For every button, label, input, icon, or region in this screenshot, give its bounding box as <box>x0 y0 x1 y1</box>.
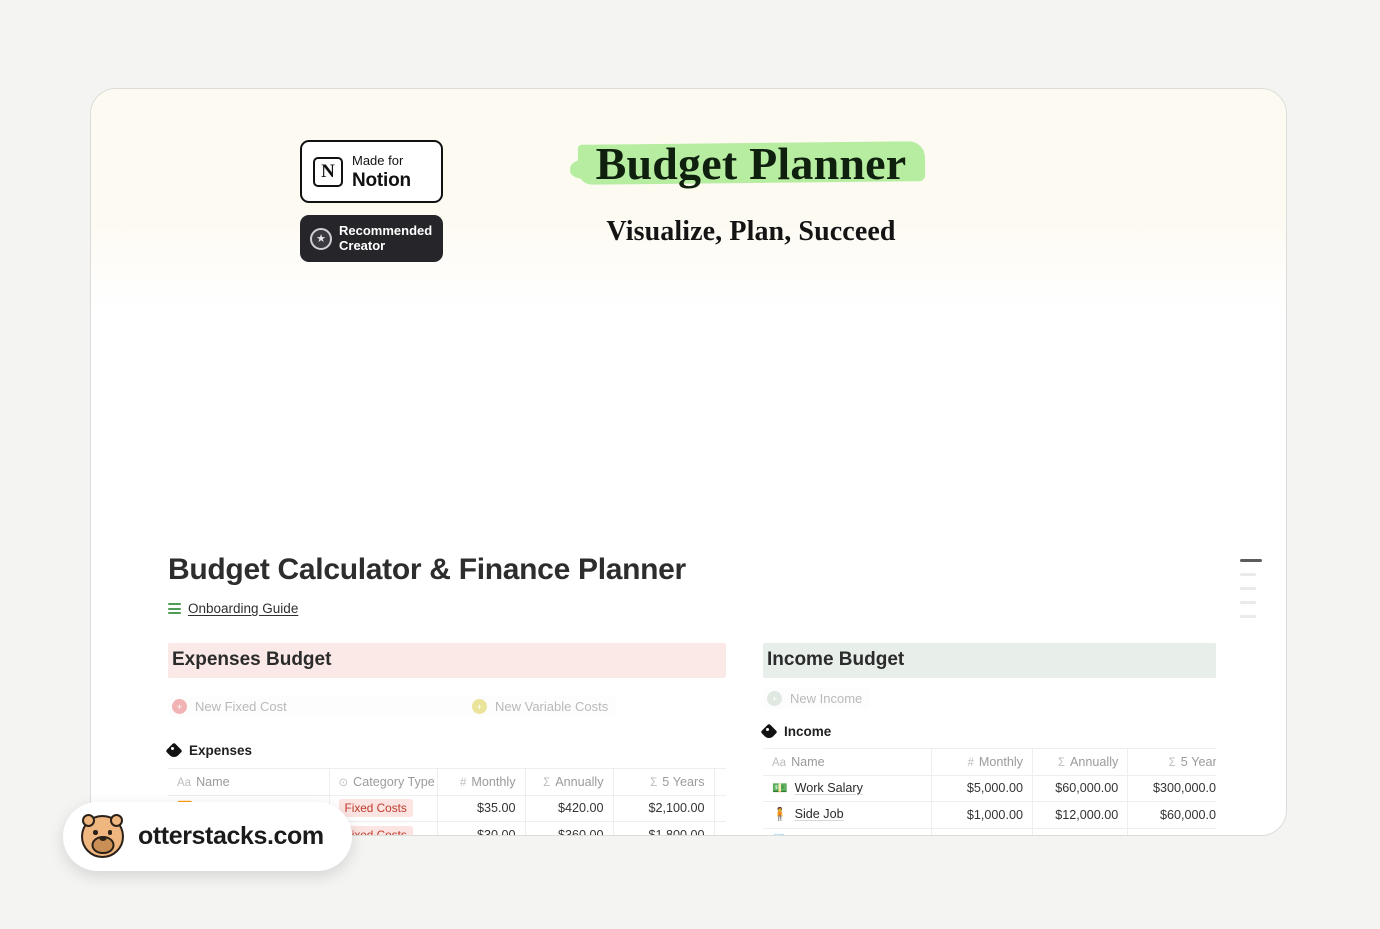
onboarding-guide-link[interactable]: Onboarding Guide <box>168 601 298 616</box>
new-variable-costs-label: New Variable Costs <box>495 699 609 714</box>
template-scroll-area[interactable]: N Made for Notion ★ Recommended Creator <box>91 89 1286 835</box>
table-row[interactable]: 🧍 Side Job $1,000.00 $12,000.00 $60,000.0… <box>763 801 1216 829</box>
income-monthly-cell[interactable]: $1,000.00 <box>931 828 1033 835</box>
income-section-heading: Income Budget <box>763 643 1216 678</box>
table-of-contents-indicator[interactable] <box>1240 559 1266 629</box>
col-five-years[interactable]: Σ5 Years <box>1127 748 1216 776</box>
row-emoji-icon: 🧍 <box>772 807 788 822</box>
income-tag-label: Income <box>784 724 832 739</box>
new-variable-costs-icon: + <box>472 699 487 714</box>
income-annually-cell[interactable]: $60,000.00 <box>1032 775 1129 802</box>
hero-text-block: Budget Planner Visualize, Plan, Succeed <box>501 133 1001 248</box>
col-name[interactable]: Aa Name <box>168 768 330 796</box>
expense-five-years-cell[interactable]: $2,100.00 <box>613 795 715 822</box>
table-row[interactable]: 💵 Work Salary $5,000.00 $60,000.00 $300,0… <box>763 775 1216 802</box>
col-name[interactable]: Aa Name <box>763 748 933 776</box>
income-table[interactable]: AaName #Monthly ΣAnnually Σ5 Years 💵Work… <box>763 748 1216 835</box>
expenses-table-header-row: Aa Name ⊙ Category Type # Monthly Σ Annually… <box>168 768 726 796</box>
income-name-cell[interactable]: 📄Notion Templates <box>763 828 933 835</box>
made-for-notion-text: Made for Notion <box>352 152 411 191</box>
page-title: Budget Calculator & Finance Planner <box>168 553 686 586</box>
income-new-buttons: + New Income <box>763 688 1216 709</box>
new-income-icon: + <box>767 691 782 706</box>
col-five-years[interactable]: Σ5 Years <box>613 768 715 796</box>
income-five-years-cell[interactable]: $60,000.00 <box>1127 828 1216 835</box>
badge-group: N Made for Notion ★ Recommended Creator <box>300 140 443 262</box>
recommended-creator-text: Recommended Creator <box>339 222 433 253</box>
new-income-button[interactable]: + New Income <box>763 688 871 709</box>
toc-active-mark <box>1240 559 1262 562</box>
made-for-notion-badge: N Made for Notion <box>300 140 443 203</box>
notion-logo-icon: N <box>313 156 343 187</box>
col-category-type[interactable]: ⊙ Category Type <box>329 768 438 796</box>
income-monthly-cell[interactable]: $1,000.00 <box>931 801 1033 829</box>
otterstacks-watermark: otterstacks.com <box>63 802 352 871</box>
col-annually[interactable]: Σ Annually <box>1032 748 1129 776</box>
expenses-tag-row: Expenses <box>168 743 726 758</box>
expense-monthly-cell[interactable]: $30.00 <box>437 821 526 835</box>
income-five-years-cell[interactable]: $60,000.00 <box>1127 801 1216 829</box>
col-monthly[interactable]: # Monthly <box>437 768 526 796</box>
otter-avatar-icon <box>81 814 124 858</box>
recommended-line2: Creator <box>339 237 386 253</box>
col-annually[interactable]: Σ Annually <box>525 768 614 796</box>
hero-title-text: Budget Planner <box>595 138 907 189</box>
expenses-new-buttons: + New Fixed Cost + New Variable Costs <box>168 696 726 717</box>
row-emoji-icon: 📄 <box>772 834 788 835</box>
income-table-body: 💵 Work Salary $5,000.00 $60,000.00 $300,0… <box>763 775 1216 835</box>
income-tag-row: Income <box>763 724 1216 739</box>
new-fixed-cost-button[interactable]: + New Fixed Cost <box>168 696 468 717</box>
toc-mark <box>1240 573 1256 576</box>
expense-five-years-cell[interactable]: $1,800.00 <box>613 821 715 835</box>
onboarding-guide-label: Onboarding Guide <box>188 601 299 616</box>
expense-annually-cell[interactable]: $420.00 <box>525 795 614 822</box>
income-name-cell[interactable]: 💵 Work Salary <box>763 775 933 802</box>
toc-mark <box>1240 615 1256 618</box>
income-five-years-cell[interactable]: $300,000.00 <box>1127 775 1216 802</box>
income-monthly-cell[interactable]: $5,000.00 <box>931 775 1033 802</box>
made-for-label: Made for <box>352 152 404 168</box>
new-fixed-cost-icon: + <box>172 699 187 714</box>
expenses-section-heading: Expenses Budget <box>168 643 726 678</box>
expenses-tag-label: Expenses <box>189 743 253 758</box>
income-table-clip: AaName #Monthly ΣAnnually Σ5 Years 💵Work… <box>763 748 1216 835</box>
expense-annually-cell[interactable]: $360.00 <box>525 821 614 835</box>
hero-subtitle: Visualize, Plan, Succeed <box>606 216 896 247</box>
notion-label: Notion <box>352 169 411 191</box>
tag-icon <box>168 744 182 758</box>
list-icon <box>168 602 181 615</box>
hero-banner: N Made for Notion ★ Recommended Creator <box>91 89 1286 311</box>
row-emoji-icon: 💵 <box>772 780 788 795</box>
col-monthly[interactable]: # Monthly <box>931 748 1033 776</box>
table-row[interactable]: 📄Notion Templates $1,000.00 $12,000.00 $… <box>763 828 1216 835</box>
income-savings-column: Income Budget + New Income Income Aa Nam… <box>763 643 1216 835</box>
status-badge: Fixed Costs <box>338 799 413 818</box>
toc-mark <box>1240 587 1256 590</box>
tag-icon <box>763 725 777 739</box>
expense-monthly-cell[interactable]: $35.00 <box>437 795 526 822</box>
toc-mark <box>1240 601 1256 604</box>
expense-ten-years-cell[interactable] <box>714 821 726 835</box>
hero-title: Budget Planner <box>577 133 925 194</box>
medal-icon: ★ <box>310 227 332 250</box>
income-annually-cell[interactable]: $12,000.00 <box>1032 828 1129 835</box>
new-income-label: New Income <box>790 691 863 706</box>
screenshot-root: N Made for Notion ★ Recommended Creator <box>0 0 1380 929</box>
recommended-line1: Recommended <box>339 222 433 238</box>
income-annually-cell[interactable]: $12,000.00 <box>1032 801 1129 829</box>
template-preview-card: N Made for Notion ★ Recommended Creator <box>90 88 1287 836</box>
expense-ten-years-cell[interactable] <box>714 795 726 822</box>
new-variable-costs-button[interactable]: + New Variable Costs <box>468 696 617 717</box>
recommended-creator-badge: ★ Recommended Creator <box>300 215 443 262</box>
income-table-header-row: AaName #Monthly ΣAnnually Σ5 Years <box>763 748 1216 776</box>
income-name-cell[interactable]: 🧍 Side Job <box>763 801 933 829</box>
otterstacks-domain-label: otterstacks.com <box>138 822 324 850</box>
col-ten-years[interactable]: Σ <box>714 768 726 796</box>
new-fixed-cost-label: New Fixed Cost <box>195 699 287 714</box>
